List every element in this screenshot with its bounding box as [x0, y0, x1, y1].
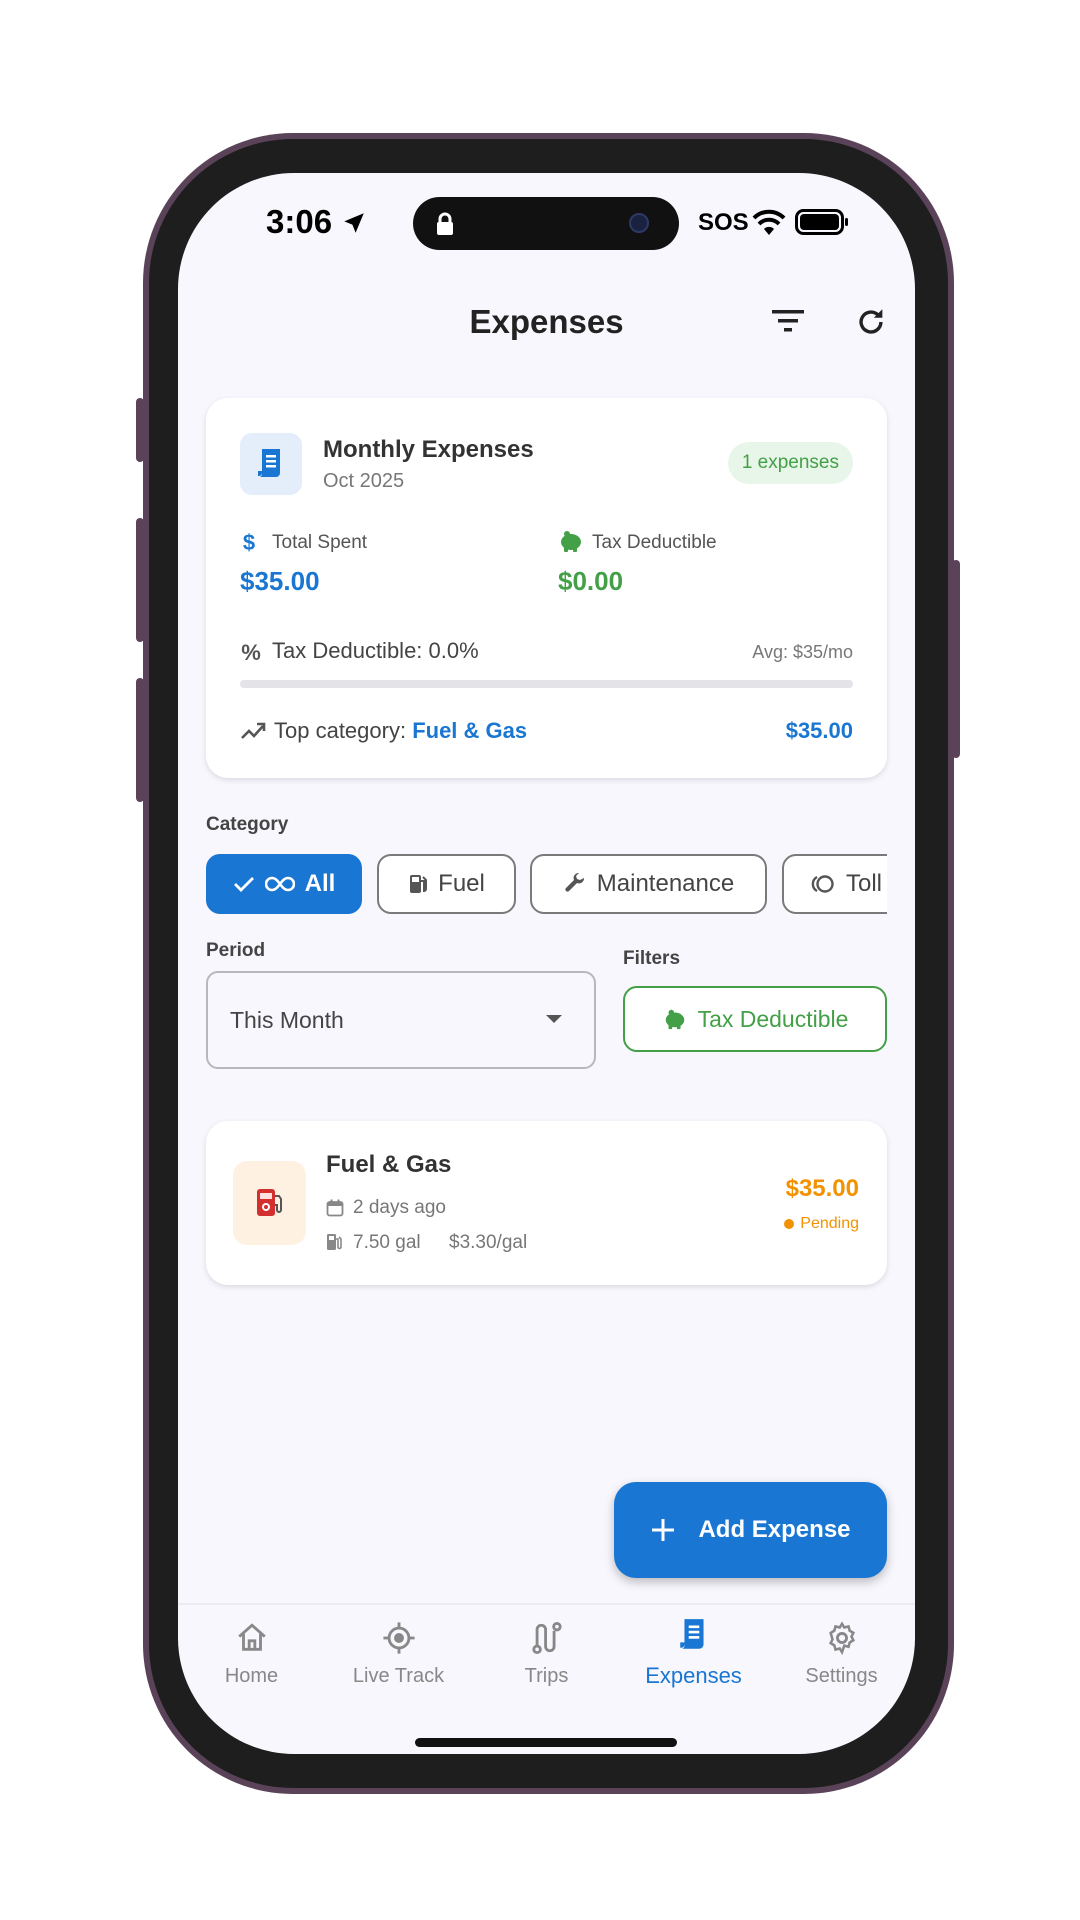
fuel-pump-icon	[257, 1189, 282, 1216]
monthly-summary-card[interactable]: Monthly Expenses Oct 2025 1 expenses $ T…	[206, 398, 887, 778]
tax-deductible-value: $0.00	[558, 566, 624, 596]
chip-label: Maintenance	[596, 870, 735, 897]
app-screen: 3:06 SOS Expenses Monthly Expenses Oct 2…	[178, 173, 915, 1754]
tax-percent-text: Tax Deductible: 0.0%	[272, 638, 479, 663]
dropdown-arrow-icon	[546, 1015, 562, 1023]
nav-label: Trips	[524, 1665, 569, 1687]
chip-all[interactable]: All	[206, 854, 362, 914]
infinity-icon	[264, 876, 295, 892]
top-category-name: Fuel & Gas	[412, 718, 528, 743]
side-button	[136, 398, 144, 462]
chip-label: Toll	[846, 870, 883, 897]
nav-trips[interactable]: Trips	[473, 1621, 620, 1688]
nav-expenses[interactable]: Expenses	[620, 1617, 767, 1689]
svg-text:$: $	[243, 530, 255, 554]
status-dot	[784, 1219, 795, 1229]
nav-live-track[interactable]: Live Track	[325, 1621, 472, 1688]
check-icon	[233, 877, 254, 892]
expense-date: 2 days ago	[353, 1197, 446, 1218]
receipt-icon-tile	[240, 433, 302, 495]
tax-progress-bar	[240, 680, 853, 688]
nav-home[interactable]: Home	[178, 1621, 325, 1688]
piggy-bank-icon	[561, 531, 581, 552]
nav-label: Expenses	[645, 1663, 742, 1688]
tax-deductible-label: Tax Deductible	[592, 532, 717, 553]
home-icon	[237, 1623, 266, 1651]
chip-maintenance[interactable]: Maintenance	[530, 854, 767, 914]
chip-label: Fuel	[438, 870, 485, 897]
expense-count-badge: 1 expenses	[727, 442, 853, 484]
nav-settings[interactable]: Settings	[768, 1621, 915, 1688]
piggy-bank-icon	[665, 1009, 684, 1030]
filter-icon[interactable]	[770, 306, 806, 336]
svg-text:%: %	[241, 640, 261, 664]
nav-label: Live Track	[352, 1665, 445, 1687]
tax-deductible-filter-label: Tax Deductible	[697, 1005, 849, 1032]
side-button	[952, 560, 960, 758]
plus-icon	[652, 1519, 675, 1541]
top-category-row: Top category: Fuel & Gas	[274, 718, 527, 744]
fuel-pump-icon	[327, 1234, 342, 1250]
expense-title: Fuel & Gas	[326, 1151, 452, 1178]
add-expense-label: Add Expense	[698, 1516, 851, 1543]
tax-deductible-filter[interactable]: Tax Deductible	[623, 986, 887, 1052]
fuel-icon-tile	[233, 1161, 306, 1245]
battery-icon	[795, 209, 848, 235]
add-expense-button[interactable]: Add Expense	[614, 1482, 887, 1578]
summary-title: Monthly Expenses	[323, 436, 534, 463]
gps-icon	[382, 1622, 415, 1654]
period-value: This Month	[230, 1007, 344, 1033]
nav-divider	[178, 1603, 915, 1605]
receipt-icon	[258, 449, 280, 477]
lock-icon	[437, 212, 453, 235]
gear-icon	[828, 1621, 855, 1655]
average-text: Avg: $35/mo	[752, 642, 853, 662]
nav-label: Home	[224, 1665, 279, 1687]
nav-label: Settings	[805, 1665, 878, 1687]
filters-label: Filters	[623, 948, 681, 969]
dynamic-island	[413, 197, 679, 250]
receipt-icon	[679, 1619, 704, 1649]
toll-icon	[811, 875, 834, 893]
chip-clip: Toll	[782, 854, 887, 914]
period-label: Period	[206, 940, 266, 961]
period-select[interactable]: This Month	[206, 971, 596, 1069]
wrench-icon	[565, 872, 584, 892]
side-button	[136, 518, 144, 642]
top-category-value: $35.00	[785, 718, 853, 743]
refresh-icon[interactable]	[854, 305, 888, 339]
percent-icon: %	[241, 640, 261, 664]
trending-up-icon	[241, 722, 266, 739]
route-icon	[531, 1621, 562, 1655]
dollar-icon: $	[243, 530, 255, 554]
status-label: Pending	[800, 1215, 859, 1232]
camera-icon	[629, 213, 649, 233]
status-badge: Pending	[784, 1215, 859, 1233]
home-indicator	[415, 1738, 677, 1747]
fuel-pump-icon	[410, 875, 428, 893]
expense-amount: $35.00	[785, 1175, 859, 1202]
expense-price-per-gallon: $3.30/gal	[449, 1232, 528, 1253]
expense-gallons: 7.50 gal	[353, 1232, 421, 1253]
chip-toll[interactable]: Toll	[782, 854, 887, 914]
expense-list-item[interactable]: Fuel & Gas 2 days ago 7.50 gal $3.30/gal…	[206, 1121, 887, 1285]
chip-label: All	[304, 870, 336, 897]
total-spent-value: $35.00	[240, 566, 320, 596]
calendar-icon	[326, 1199, 344, 1217]
total-spent-label: Total Spent	[272, 532, 368, 553]
side-button	[136, 678, 144, 802]
wifi-icon	[752, 209, 786, 235]
location-arrow-icon	[344, 213, 364, 233]
chip-fuel[interactable]: Fuel	[377, 854, 516, 914]
carrier-label: SOS	[698, 209, 749, 236]
status-time: 3:06	[266, 203, 367, 241]
category-label: Category	[206, 814, 289, 835]
summary-period: Oct 2025	[323, 470, 405, 492]
top-category-label: Top category:	[274, 718, 413, 743]
